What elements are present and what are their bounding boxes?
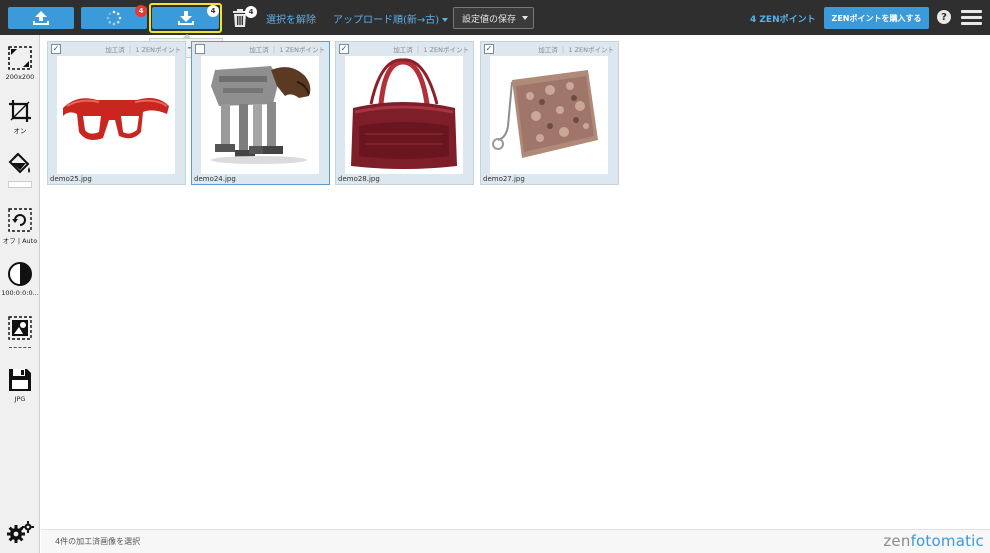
shadow-setting-placeholder: [9, 347, 31, 348]
download-count-badge: 4: [207, 5, 219, 17]
contrast-icon: [8, 262, 32, 286]
rotate-tool-label: オフ | Auto: [2, 237, 38, 245]
resize-icon: [8, 46, 32, 70]
image-card[interactable]: ✓ 加工済 ｜ 1 ZENポイント demo27.jpg: [480, 41, 619, 185]
upload-button[interactable]: [8, 7, 74, 29]
image-filename: demo27.jpg: [483, 175, 525, 183]
processing-count-badge: 4: [135, 5, 147, 17]
trash-count-badge: 4: [245, 6, 257, 18]
image-filename: demo25.jpg: [50, 175, 92, 183]
adjust-tool-label: 100:0:0:0...: [1, 289, 39, 297]
logo-zen: zen: [883, 532, 911, 550]
caret-down-icon: [442, 18, 449, 22]
format-tool-label: JPG: [14, 395, 26, 403]
image-status: 加工済 ｜ 1 ZENポイント: [249, 46, 325, 54]
image-status: 加工済 ｜ 1 ZENポイント: [393, 46, 469, 54]
resize-tool[interactable]: 200x200: [0, 45, 40, 81]
crop-icon: [9, 100, 31, 122]
adjust-tool[interactable]: 100:0:0:0...: [0, 261, 40, 297]
floppy-disk-icon: [9, 369, 31, 391]
background-color-swatch[interactable]: [8, 181, 32, 188]
image-checkbox[interactable]: ✓: [339, 44, 349, 54]
settings-button[interactable]: [6, 520, 34, 548]
spinner-icon: [106, 10, 122, 26]
crop-tool-label: オン: [13, 127, 27, 135]
help-icon[interactable]: ?: [937, 10, 951, 24]
hamburger-menu-icon[interactable]: [961, 10, 982, 25]
image-checkbox[interactable]: ✓: [51, 44, 61, 54]
image-thumbnail-pouch[interactable]: [490, 56, 608, 174]
sort-dropdown[interactable]: アップロード順(新→古): [333, 11, 449, 26]
image-checkbox[interactable]: ✓: [484, 44, 494, 54]
save-settings-dropdown[interactable]: 設定値の保存: [453, 7, 534, 29]
top-toolbar: 4 4 4 選択を解除 アップロード順(新→古) 設定値の保存 4 ZENポイン…: [0, 0, 990, 35]
format-tool[interactable]: JPG: [0, 367, 40, 403]
caret-down-icon: [522, 16, 528, 20]
tools-sidebar: 200x200 オン オフ | Auto 100:0:0:0... JPG: [0, 35, 40, 553]
crop-tool[interactable]: オン: [0, 99, 40, 135]
paint-bucket-icon: [8, 152, 30, 174]
gears-icon: [7, 521, 34, 543]
shadow-tool[interactable]: [0, 315, 40, 348]
image-thumbnail-walker-dog[interactable]: [201, 56, 319, 174]
points-balance: 4 ZENポイント: [750, 15, 816, 25]
brand-logo[interactable]: zenfotomatic: [883, 532, 984, 550]
selection-status-text: 4件の加工済画像を選択: [55, 537, 141, 546]
image-status: 加工済 ｜ 1 ZENポイント: [105, 46, 181, 54]
image-card[interactable]: 加工済 ｜ 1 ZENポイント demo24.jpg: [191, 41, 330, 185]
resize-tool-label: 200x200: [5, 73, 35, 81]
image-card[interactable]: ✓ 加工済 ｜ 1 ZENポイント demo25.jpg: [47, 41, 186, 185]
save-settings-label: 設定値の保存: [462, 14, 517, 25]
rotate-icon: [8, 208, 32, 232]
upload-icon: [33, 11, 49, 25]
background-tool[interactable]: [0, 151, 40, 188]
buy-points-button[interactable]: ZENポイントを購入する: [824, 7, 929, 29]
image-checkbox[interactable]: [195, 44, 205, 54]
deselect-link[interactable]: 選択を解除: [266, 11, 316, 26]
image-status: 加工済 ｜ 1 ZENポイント: [538, 46, 614, 54]
sort-label: アップロード順(新→古): [333, 15, 440, 26]
image-card[interactable]: ✓ 加工済 ｜ 1 ZENポイント demo28.jpg: [335, 41, 474, 185]
shadow-icon: [8, 316, 32, 340]
image-thumbnail-glasses[interactable]: [57, 56, 175, 174]
image-thumbnail-red-bag[interactable]: [345, 56, 463, 174]
rotate-tool[interactable]: オフ | Auto: [0, 207, 40, 245]
status-footer: 4件の加工済画像を選択 zenfotomatic: [41, 529, 990, 553]
image-filename: demo28.jpg: [338, 175, 380, 183]
image-filename: demo24.jpg: [194, 175, 236, 183]
logo-fotomatic: fotomatic: [910, 532, 984, 550]
